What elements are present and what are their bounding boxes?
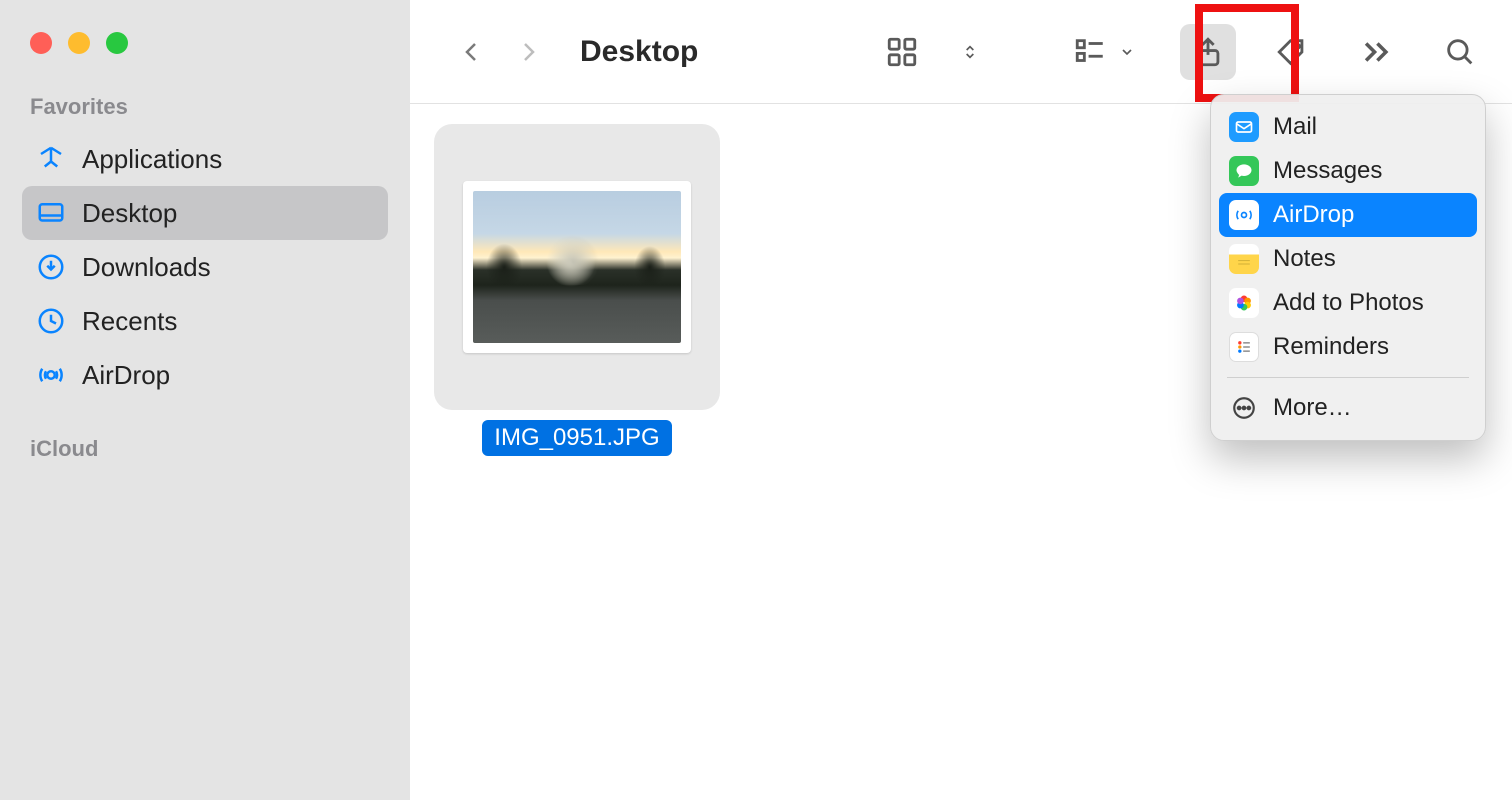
- menu-item-label: AirDrop: [1273, 201, 1354, 229]
- sidebar-item-label: Applications: [82, 144, 222, 175]
- sidebar-section-favorites: Favorites: [30, 94, 388, 120]
- back-button[interactable]: [458, 38, 486, 66]
- finder-window: Favorites Applications Desktop Downloads…: [0, 0, 1512, 800]
- chevron-down-icon: [1118, 24, 1136, 80]
- menu-item-label: Notes: [1273, 245, 1336, 273]
- share-menu-item-reminders[interactable]: Reminders: [1219, 325, 1477, 369]
- menu-item-label: Messages: [1273, 157, 1382, 185]
- more-icon: [1229, 393, 1259, 423]
- share-menu-item-mail[interactable]: Mail: [1219, 105, 1477, 149]
- menu-item-label: More…: [1273, 394, 1352, 422]
- downloads-icon: [36, 252, 66, 282]
- share-menu-item-airdrop[interactable]: AirDrop: [1219, 193, 1477, 237]
- reminders-icon: [1229, 332, 1259, 362]
- sidebar-item-airdrop[interactable]: AirDrop: [22, 348, 388, 402]
- group-icon: [1070, 24, 1110, 80]
- zoom-window-button[interactable]: [106, 32, 128, 54]
- file-item[interactable]: IMG_0951.JPG: [434, 124, 720, 456]
- sidebar-item-label: Recents: [82, 306, 177, 337]
- airdrop-icon: [36, 360, 66, 390]
- sidebar-item-downloads[interactable]: Downloads: [22, 240, 388, 294]
- close-window-button[interactable]: [30, 32, 52, 54]
- sidebar-section-icloud: iCloud: [30, 436, 388, 462]
- photos-icon: [1229, 288, 1259, 318]
- share-button[interactable]: [1180, 24, 1236, 80]
- sidebar-item-label: Desktop: [82, 198, 177, 229]
- location-title: Desktop: [580, 35, 698, 69]
- share-menu-item-more[interactable]: More…: [1219, 386, 1477, 430]
- tags-button[interactable]: [1264, 24, 1320, 80]
- share-menu: Mail Messages AirDrop Notes Add to Photo…: [1210, 94, 1486, 441]
- sidebar-item-applications[interactable]: Applications: [22, 132, 388, 186]
- group-by-button[interactable]: [1070, 24, 1136, 80]
- sidebar-item-label: Downloads: [82, 252, 211, 283]
- sidebar-item-desktop[interactable]: Desktop: [22, 186, 388, 240]
- share-menu-item-photos[interactable]: Add to Photos: [1219, 281, 1477, 325]
- mail-icon: [1229, 112, 1259, 142]
- search-button[interactable]: [1432, 24, 1488, 80]
- thumbnail-image: [473, 191, 681, 343]
- window-controls: [22, 32, 388, 54]
- sidebar-item-recents[interactable]: Recents: [22, 294, 388, 348]
- minimize-window-button[interactable]: [68, 32, 90, 54]
- file-name-label[interactable]: IMG_0951.JPG: [482, 420, 671, 456]
- menu-item-label: Mail: [1273, 113, 1317, 141]
- notes-icon: [1229, 244, 1259, 274]
- sidebar: Favorites Applications Desktop Downloads…: [0, 0, 410, 800]
- share-menu-item-notes[interactable]: Notes: [1219, 237, 1477, 281]
- messages-icon: [1229, 156, 1259, 186]
- file-thumbnail: [463, 181, 691, 353]
- menu-item-label: Reminders: [1273, 333, 1389, 361]
- menu-item-label: Add to Photos: [1273, 289, 1424, 317]
- toolbar: Desktop: [410, 0, 1512, 104]
- file-thumbnail-frame: [434, 124, 720, 410]
- applications-icon: [36, 144, 66, 174]
- airdrop-icon: [1229, 200, 1259, 230]
- share-menu-item-messages[interactable]: Messages: [1219, 149, 1477, 193]
- view-icon-button[interactable]: [874, 24, 930, 80]
- view-switcher-menu[interactable]: [958, 24, 982, 80]
- sidebar-item-label: AirDrop: [82, 360, 170, 391]
- recents-icon: [36, 306, 66, 336]
- desktop-icon: [36, 198, 66, 228]
- forward-button[interactable]: [514, 38, 542, 66]
- menu-separator: [1227, 377, 1469, 378]
- overflow-button[interactable]: [1348, 24, 1404, 80]
